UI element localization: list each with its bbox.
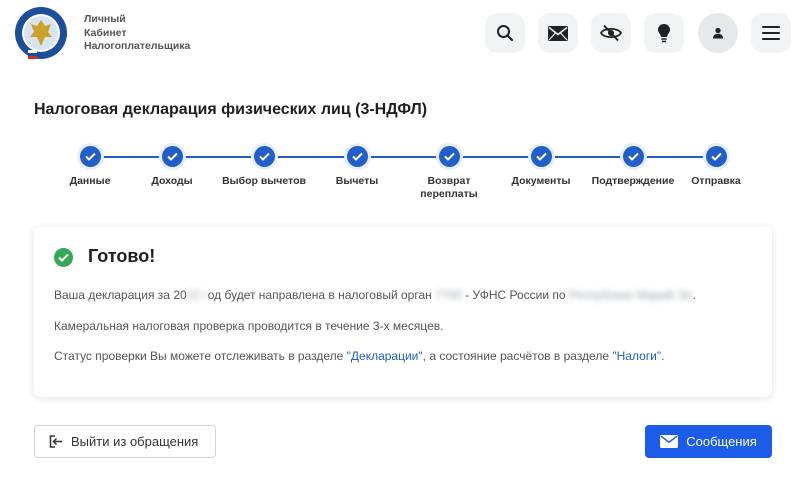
fns-logo[interactable] <box>14 6 68 60</box>
check-icon <box>253 146 275 167</box>
check-icon <box>346 146 368 167</box>
mail-icon <box>548 25 568 41</box>
hidden-year: 22 г <box>186 288 208 302</box>
step-sending[interactable]: Отправка <box>661 146 771 188</box>
taxes-link[interactable]: "Налоги" <box>612 349 661 363</box>
step-deductions[interactable]: Вычеты <box>302 146 412 188</box>
search-icon <box>497 25 514 42</box>
text-part: . <box>661 349 665 363</box>
lightbulb-icon <box>658 24 670 43</box>
declarations-link[interactable]: "Декларации" <box>347 349 423 363</box>
text-part: Ваша декларация за 20 <box>54 288 187 302</box>
accessibility-button[interactable] <box>591 13 631 53</box>
result-title: Готово! <box>88 246 156 266</box>
menu-icon <box>762 26 780 40</box>
result-text-status: Статус проверки Вы можете отслеживать в … <box>54 349 664 363</box>
hidden-office-code: 7700 <box>435 288 462 302</box>
hidden-region: Республике Марий Эл <box>568 288 693 302</box>
result-text-audit: Камеральная налоговая проверка проводитс… <box>54 319 444 333</box>
text-part: . <box>692 288 696 302</box>
mail-button[interactable] <box>538 13 578 53</box>
text-part: , а состояние расчётов в разделе <box>422 349 613 363</box>
brand-title: Личный Кабинет Налогоплательщика <box>84 13 190 54</box>
check-icon <box>705 146 727 167</box>
brand-line: Личный <box>84 13 126 25</box>
text-part: - УФНС России по <box>461 288 569 302</box>
exit-button-label: Выйти из обращения <box>71 434 199 449</box>
exit-icon <box>49 435 62 448</box>
menu-button[interactable] <box>751 13 791 53</box>
step-label: Возврат переплаты <box>420 175 478 200</box>
step-label: Вычеты <box>335 175 379 187</box>
search-button[interactable] <box>485 13 525 53</box>
result-text-submission: Ваша декларация за 2022 год будет направ… <box>54 288 696 302</box>
user-icon <box>713 27 723 39</box>
check-icon <box>438 146 460 167</box>
check-icon <box>622 146 644 167</box>
profile-button[interactable] <box>698 13 738 53</box>
messages-button[interactable]: Сообщения <box>645 425 772 458</box>
brand-line: Налогоплательщика <box>84 40 191 52</box>
check-icon <box>79 146 101 167</box>
result-card: Готово! Ваша декларация за 2022 год буде… <box>34 227 772 397</box>
check-icon <box>530 146 552 167</box>
step-refund[interactable]: Возврат переплаты <box>409 146 489 201</box>
success-check-icon <box>54 248 73 267</box>
text-part: Статус проверки Вы можете отслеживать в … <box>54 349 347 363</box>
mail-icon <box>660 435 679 448</box>
exit-button[interactable]: Выйти из обращения <box>34 425 216 458</box>
text-part: од будет направлена в налоговый орган <box>207 288 432 302</box>
step-label: Отправка <box>691 175 741 187</box>
check-icon <box>161 146 183 167</box>
brand-line: Кабинет <box>84 26 127 39</box>
tips-button[interactable] <box>644 13 684 53</box>
eye-off-icon <box>600 24 622 42</box>
page-title: Налоговая декларация физических лиц (3-Н… <box>34 101 428 118</box>
messages-button-label: Сообщения <box>686 434 757 449</box>
